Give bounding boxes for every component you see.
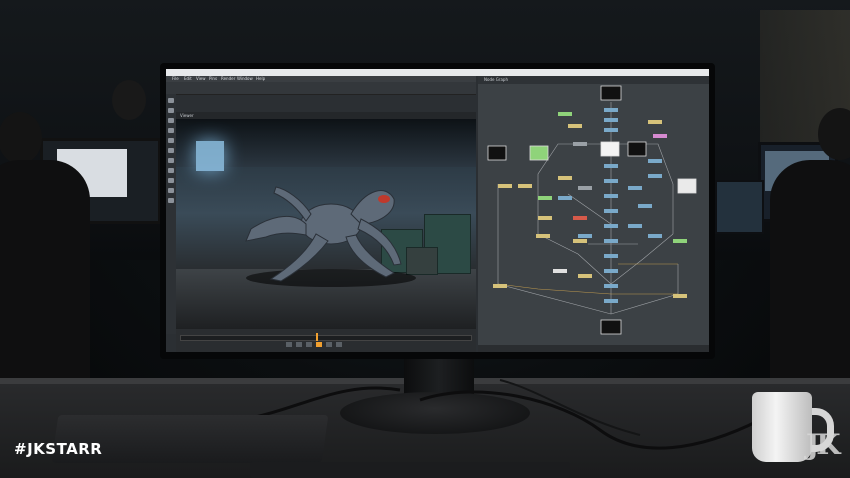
jk-logo: JK [806, 428, 841, 461]
machine [406, 247, 438, 275]
step-forward-button[interactable] [326, 342, 332, 347]
timeline-playhead[interactable] [316, 333, 318, 341]
warehouse-window [196, 141, 224, 171]
app-titlebar [166, 69, 709, 76]
alien-creature [245, 186, 402, 282]
background-monitor-right-small [715, 180, 764, 234]
person-right-body [770, 160, 850, 390]
step-back-button[interactable] [296, 342, 302, 347]
viewer-panel[interactable] [176, 119, 476, 329]
play-forward-button[interactable] [336, 342, 342, 347]
tab-node-graph[interactable]: Node Graph [484, 76, 508, 84]
node-graph [487, 85, 697, 335]
play-back-button[interactable] [286, 342, 292, 347]
status-bar [478, 345, 709, 352]
tool-icon[interactable] [168, 128, 174, 133]
viewer-label: Viewer [180, 113, 194, 118]
tool-icon[interactable] [168, 198, 174, 203]
person-left-head [0, 112, 42, 164]
node-graph-tabs: Node Graph [478, 76, 709, 84]
timeline[interactable] [180, 335, 472, 341]
tool-icon[interactable] [168, 98, 174, 103]
tool-column [166, 94, 176, 334]
tool-icon[interactable] [168, 168, 174, 173]
tool-icon[interactable] [168, 178, 174, 183]
tool-icon[interactable] [168, 188, 174, 193]
tool-icon[interactable] [168, 118, 174, 123]
play-button[interactable] [306, 342, 312, 347]
tool-icon[interactable] [168, 108, 174, 113]
monitor-screen: File Edit View Pins Render Window Help V… [166, 69, 709, 352]
person-back-head [112, 80, 146, 120]
viewer-header: Viewer [176, 112, 476, 119]
photo-scene: File Edit View Pins Render Window Help V… [0, 0, 850, 478]
app-toolbar [166, 82, 476, 95]
tool-icon[interactable] [168, 138, 174, 143]
stop-button[interactable] [316, 342, 322, 347]
coffee-mug [752, 392, 812, 462]
person-left-body [0, 160, 90, 390]
keyboard [250, 462, 570, 478]
tool-icon[interactable] [168, 158, 174, 163]
tool-icon[interactable] [168, 148, 174, 153]
watermark-text: #JKSTARR [14, 440, 103, 458]
